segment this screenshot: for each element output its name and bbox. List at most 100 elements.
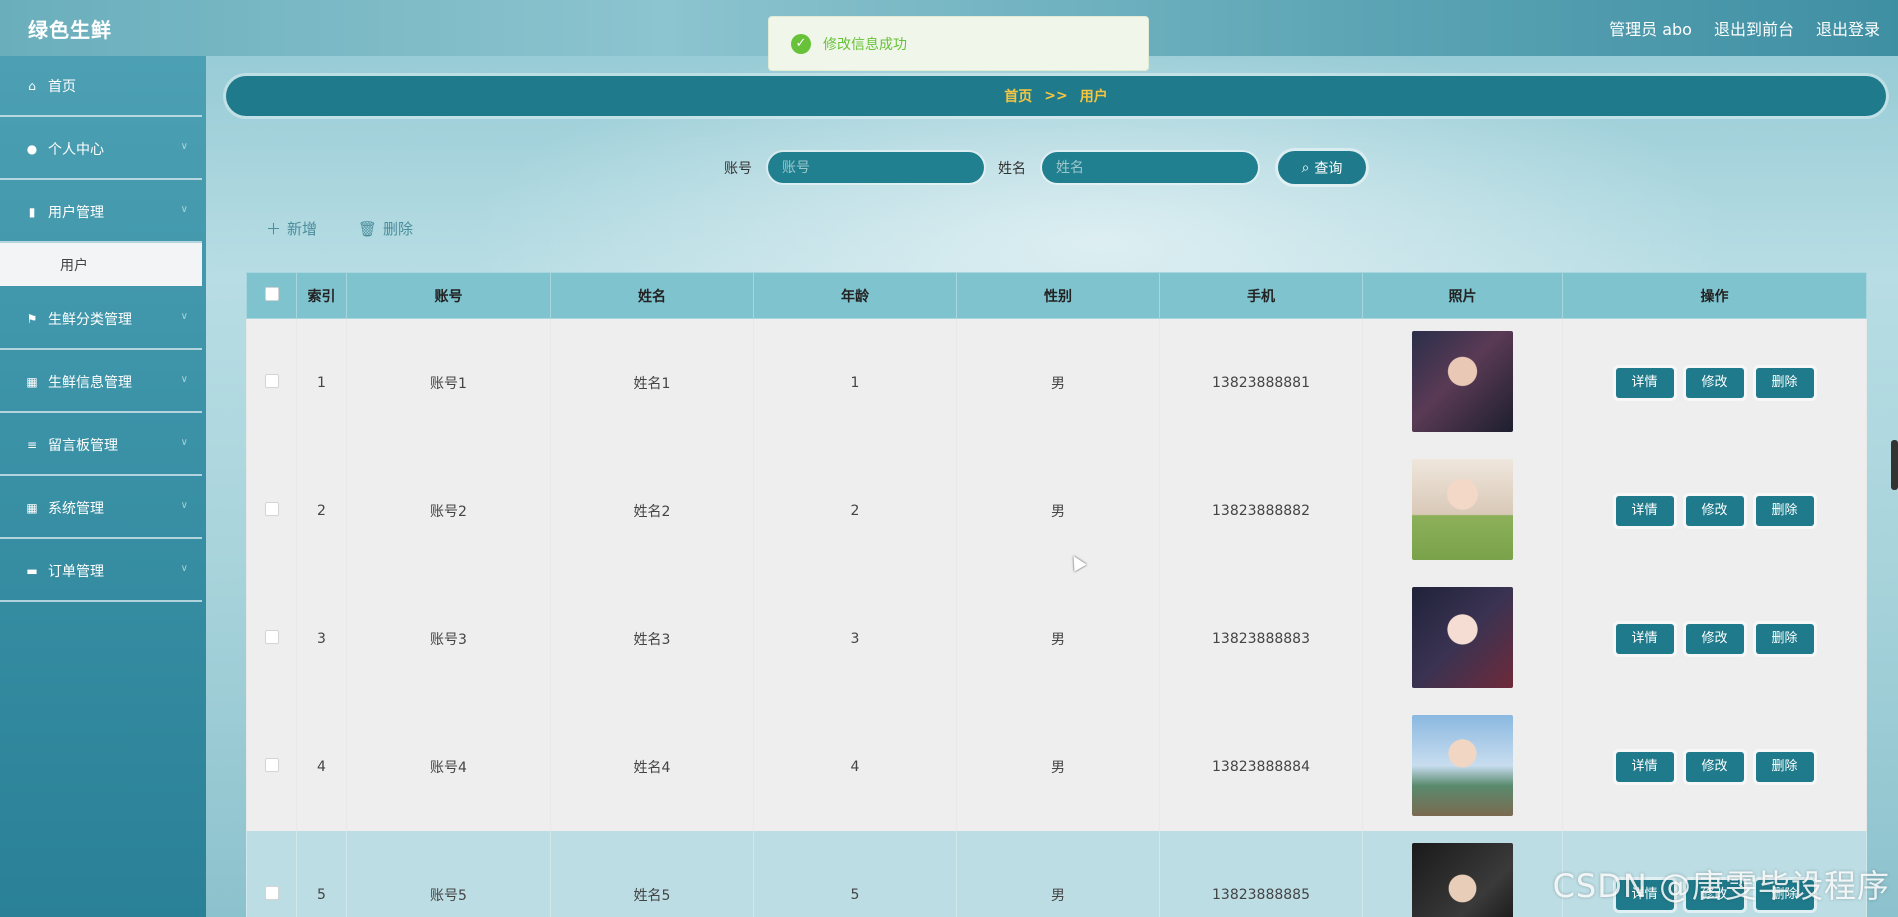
delete-button[interactable]: 删除: [1755, 496, 1814, 526]
cell-account: 账号3: [346, 575, 551, 703]
sidebar-item-label: 订单管理: [48, 563, 104, 580]
row-select-cell[interactable]: [246, 703, 297, 831]
sidebar-item-user-management[interactable]: ▮ 用户管理 ∨: [0, 182, 202, 243]
row-checkbox[interactable]: [264, 374, 279, 388]
sidebar-item-label: 生鲜信息管理: [48, 374, 132, 391]
delete-button[interactable]: 删除: [1755, 368, 1814, 398]
toast-message: 修改信息成功: [823, 36, 907, 53]
user-photo: [1412, 330, 1513, 432]
breadcrumb: 首页 >> 用户: [226, 76, 1886, 116]
grid-icon: ▦: [26, 374, 38, 389]
sidebar-item-label: 用户管理: [48, 204, 104, 221]
sidebar: ⌂ 首页 ● 个人中心 ∨ ▮ 用户管理 ∨ 用户 ⚑ 生鲜分类管理 ∨ ▦ 生…: [0, 56, 206, 917]
detail-button[interactable]: 详情: [1615, 368, 1674, 398]
cell-name: 姓名5: [550, 831, 754, 917]
cell-photo: [1362, 831, 1563, 917]
column-header: 姓名: [550, 272, 754, 319]
cell-age: 2: [753, 447, 957, 575]
chevron-down-icon: ∨: [180, 204, 188, 215]
sidebar-item-fresh-info[interactable]: ▦ 生鲜信息管理 ∨: [0, 352, 202, 413]
table-header-row: 索引 账号 姓名 年龄 性别 手机 照片 操作: [246, 272, 1867, 319]
row-select-cell[interactable]: [246, 318, 297, 447]
trash-icon: 🗑: [358, 219, 378, 238]
table-row: 4 账号4 姓名4 4 男 13823888884 详情 修改 删除: [246, 703, 1867, 831]
column-header: 照片: [1362, 272, 1563, 319]
row-select-cell[interactable]: [246, 575, 297, 703]
detail-button[interactable]: 详情: [1615, 752, 1674, 782]
batch-delete-button[interactable]: 🗑 删除: [358, 218, 413, 239]
cell-index: 4: [296, 703, 347, 831]
admin-user-link[interactable]: 管理员 abo: [1609, 16, 1692, 40]
column-header: 年龄: [753, 272, 957, 319]
cell-gender: 男: [956, 318, 1160, 447]
delete-button-label: 删除: [383, 220, 414, 238]
cell-gender: 男: [956, 703, 1160, 831]
add-button-label: 新增: [287, 220, 318, 238]
name-search-input[interactable]: [1042, 152, 1258, 183]
cell-age: 1: [753, 318, 957, 447]
check-circle-icon: ✓: [791, 33, 811, 54]
cell-photo: [1362, 575, 1563, 703]
account-search-input[interactable]: [768, 152, 984, 183]
sidebar-item-orders[interactable]: ▬ 订单管理 ∨: [0, 541, 202, 602]
delete-button[interactable]: 删除: [1755, 752, 1814, 782]
sidebar-item-fresh-category[interactable]: ⚑ 生鲜分类管理 ∨: [0, 289, 202, 350]
sidebar-item-message-board[interactable]: ≡ 留言板管理 ∨: [0, 415, 202, 476]
row-select-cell[interactable]: [246, 447, 297, 575]
breadcrumb-home[interactable]: 首页: [1004, 86, 1032, 106]
add-button[interactable]: ＋ 新增: [266, 218, 317, 239]
sidebar-item-label: 留言板管理: [48, 437, 118, 454]
breadcrumb-separator: >>: [1044, 88, 1068, 104]
app-title: 绿色生鲜: [28, 18, 112, 42]
sidebar-item-label: 首页: [48, 78, 76, 95]
select-all-checkbox[interactable]: [264, 286, 279, 301]
search-bar: 账号 姓名 ⌕ 查询: [724, 151, 1366, 184]
cell-photo: [1362, 447, 1563, 575]
sidebar-item-home[interactable]: ⌂ 首页: [0, 56, 202, 117]
sidebar-item-system[interactable]: ▦ 系统管理 ∨: [0, 478, 202, 539]
cell-name: 姓名1: [550, 318, 754, 447]
name-label: 姓名: [998, 160, 1026, 177]
edit-button[interactable]: 修改: [1685, 752, 1744, 782]
user-photo: [1412, 842, 1513, 917]
cell-operations: 详情 修改 删除: [1562, 447, 1867, 575]
select-all-header[interactable]: [246, 272, 297, 319]
sidebar-item-label: 生鲜分类管理: [48, 311, 132, 328]
clipboard-icon: ▮: [28, 204, 36, 219]
delete-button[interactable]: 删除: [1755, 624, 1814, 654]
detail-button[interactable]: 详情: [1615, 496, 1674, 526]
user-icon: ●: [26, 141, 38, 156]
sidebar-item-personal-center[interactable]: ● 个人中心 ∨: [0, 119, 202, 180]
scrollbar[interactable]: [1891, 440, 1898, 490]
table-row: 2 账号2 姓名2 2 男 13823888882 详情 修改 删除: [246, 447, 1867, 575]
row-checkbox[interactable]: [264, 502, 279, 516]
logout-link[interactable]: 退出登录: [1816, 16, 1880, 40]
column-header: 操作: [1562, 272, 1867, 319]
cell-index: 3: [296, 575, 347, 703]
search-icon: ⌕: [1301, 159, 1310, 176]
sidebar-item-label: 系统管理: [48, 500, 104, 517]
chevron-down-icon: ∨: [180, 437, 188, 448]
query-button[interactable]: ⌕ 查询: [1278, 151, 1366, 184]
row-checkbox[interactable]: [264, 886, 279, 900]
row-select-cell[interactable]: [246, 831, 297, 917]
edit-button[interactable]: 修改: [1685, 624, 1744, 654]
column-header: 性别: [956, 272, 1160, 319]
account-label: 账号: [724, 160, 752, 177]
column-header: 账号: [346, 272, 551, 319]
sidebar-subitem-user[interactable]: 用户: [0, 243, 202, 286]
table-row: 3 账号3 姓名3 3 男 13823888883 详情 修改 删除: [246, 575, 1867, 703]
row-checkbox[interactable]: [264, 758, 279, 772]
cell-phone: 13823888881: [1159, 318, 1363, 447]
row-checkbox[interactable]: [264, 630, 279, 644]
home-icon: ⌂: [28, 78, 36, 93]
detail-button[interactable]: 详情: [1615, 624, 1674, 654]
exit-to-frontend-link[interactable]: 退出到前台: [1714, 16, 1794, 40]
breadcrumb-current: 用户: [1079, 89, 1108, 105]
edit-button[interactable]: 修改: [1685, 496, 1744, 526]
chevron-down-icon: ∨: [180, 563, 188, 574]
cell-operations: 详情 修改 删除: [1562, 318, 1867, 447]
cell-gender: 男: [956, 575, 1160, 703]
cell-index: 5: [296, 831, 347, 917]
edit-button[interactable]: 修改: [1685, 368, 1744, 398]
